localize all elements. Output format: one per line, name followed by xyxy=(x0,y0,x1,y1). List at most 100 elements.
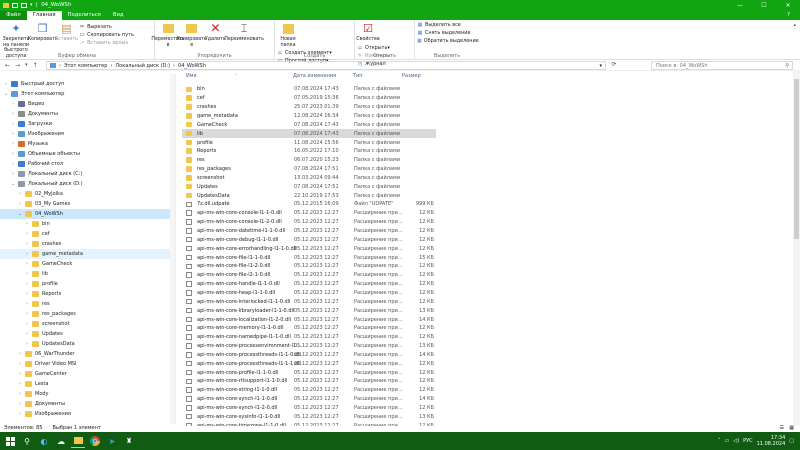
nav-item[interactable]: › Объемные объекты xyxy=(0,149,175,159)
file-row[interactable]: Updates 07.08.2024 17:51 Папка с файлами xyxy=(182,182,436,191)
expand-chevron-icon[interactable]: ⌄ xyxy=(17,211,23,217)
nav-scrollbar[interactable] xyxy=(170,74,175,424)
file-row[interactable]: 7z.dll.udpate 05.12.2015 16:09 Файл "UDPAT… xyxy=(182,200,436,209)
cut-button[interactable]: ✂ Вырезать xyxy=(79,23,134,31)
expand-chevron-icon[interactable]: › xyxy=(10,171,16,177)
nav-item[interactable]: › Видео xyxy=(0,99,175,109)
column-type[interactable]: Тип xyxy=(353,73,363,79)
nav-item[interactable]: › 06_WarThunder xyxy=(0,349,175,359)
up-arrow-icon[interactable]: ↑ xyxy=(33,62,38,69)
nav-item[interactable]: ⌄ 04_WoWSh xyxy=(0,209,175,219)
nav-item[interactable]: › game_metadata xyxy=(0,249,175,259)
rename-button[interactable]: ⌶ Переименовать xyxy=(224,22,264,43)
expand-chevron-icon[interactable]: › xyxy=(17,191,23,197)
expand-chevron-icon[interactable]: › xyxy=(24,251,30,257)
expand-chevron-icon[interactable]: › xyxy=(10,131,16,137)
nav-item[interactable]: ⌄ Локальный диск (D:) xyxy=(0,179,175,189)
search-input[interactable]: Поиск в: 04_WoWSh ⚲ xyxy=(651,61,793,70)
file-row[interactable]: api-ms-win-core-heap-l1-1-0.dll 05.12.202… xyxy=(182,289,436,298)
tray-chevron-icon[interactable]: ˄ xyxy=(718,438,721,444)
notifications-icon[interactable]: ▢ xyxy=(789,438,794,444)
nav-item[interactable]: › Локальный диск (C:) xyxy=(0,169,175,179)
nav-item[interactable]: › 02_MyJolka xyxy=(0,189,175,199)
new-folder-icon[interactable] xyxy=(21,2,27,8)
expand-chevron-icon[interactable]: ⌄ xyxy=(3,91,9,97)
expand-chevron-icon[interactable]: › xyxy=(24,311,30,317)
expand-chevron-icon[interactable]: › xyxy=(24,281,30,287)
paste-shortcut-button[interactable]: ↗ Вставить ярлык xyxy=(79,39,134,47)
file-row[interactable]: api-ms-win-core-datetime-l1-1-0.dll 05.12… xyxy=(182,227,436,236)
nav-item[interactable]: › res xyxy=(0,299,175,309)
help-icon[interactable]: ? xyxy=(781,11,796,20)
expand-chevron-icon[interactable]: › xyxy=(24,241,30,247)
expand-chevron-icon[interactable]: › xyxy=(24,231,30,237)
expand-chevron-icon[interactable]: › xyxy=(17,351,23,357)
search-icon[interactable]: ⚲ xyxy=(20,434,34,448)
file-row[interactable]: api-ms-win-core-rtlsupport-l1-1-0.dll 05.… xyxy=(182,377,436,386)
file-row[interactable]: Reports 16.05.2022 17:10 Папка с файлами xyxy=(182,147,436,156)
copy-path-button[interactable]: ▭ Скопировать путь xyxy=(79,31,134,39)
start-windows-icon[interactable] xyxy=(3,434,17,448)
nav-item[interactable]: › cef xyxy=(0,229,175,239)
recent-chevron-icon[interactable]: ▾ xyxy=(25,62,28,69)
nav-item[interactable]: ⌄ Этот компьютер xyxy=(0,89,175,99)
back-arrow-icon[interactable]: ← xyxy=(5,62,10,69)
file-row[interactable]: api-ms-win-core-errorhandling-l1-1-0.dll… xyxy=(182,244,436,253)
new-folder-button[interactable]: Новая папка xyxy=(277,22,299,48)
expand-chevron-icon[interactable]: › xyxy=(10,111,16,117)
file-row[interactable]: api-ms-win-core-processthreads-l1-1-0.dl… xyxy=(182,351,436,360)
tiles-view-icon[interactable]: ▦ xyxy=(789,425,794,431)
file-row[interactable]: bin 07.08.2024 17:43 Папка с файлами xyxy=(182,85,436,94)
column-name[interactable]: Имя xyxy=(186,73,197,79)
expand-chevron-icon[interactable]: › xyxy=(17,361,23,367)
nav-item[interactable]: › Рабочий стол xyxy=(0,159,175,169)
invert-selection-button[interactable]: ▦ Обратить выделение xyxy=(417,37,479,45)
expand-chevron-icon[interactable]: › xyxy=(10,151,16,157)
select-all-button[interactable]: ▦ Выделить все xyxy=(417,21,477,29)
delete-button[interactable]: ✕ Удалить xyxy=(204,22,226,43)
expand-chevron-icon[interactable]: ⌄ xyxy=(10,181,16,187)
expand-chevron-icon[interactable]: › xyxy=(24,301,30,307)
nav-item[interactable]: › profile xyxy=(0,279,175,289)
nav-item[interactable]: › GameCenter xyxy=(0,369,175,379)
tab-home[interactable]: Главная xyxy=(26,11,62,20)
tab-view[interactable]: Вид xyxy=(107,11,130,20)
details-view-icon[interactable]: ☰ xyxy=(780,425,784,431)
expand-chevron-icon[interactable]: › xyxy=(17,381,23,387)
properties-icon[interactable] xyxy=(12,2,18,8)
column-size[interactable]: Размер xyxy=(402,73,421,79)
expand-chevron-icon[interactable]: › xyxy=(17,201,23,207)
file-row[interactable]: api-ms-win-core-processenvironment-l1...… xyxy=(182,342,436,351)
paste-button[interactable]: ▤ Вставить xyxy=(55,22,78,43)
chrome-icon[interactable] xyxy=(88,434,102,448)
properties-button[interactable]: ☑ Свойства xyxy=(356,22,379,43)
file-row[interactable]: api-ms-win-core-processthreads-l1-1-1.dl… xyxy=(182,359,436,368)
scrollbar-thumb[interactable] xyxy=(794,79,799,239)
expand-chevron-icon[interactable]: › xyxy=(24,331,30,337)
file-list-scrollbar[interactable] xyxy=(793,71,800,426)
file-row[interactable]: GameCheck 07.08.2024 17:43 Папка с файлами xyxy=(182,120,436,129)
tab-file[interactable]: Файл xyxy=(0,11,27,20)
nav-item[interactable]: › Изображения xyxy=(0,129,175,139)
file-row[interactable]: api-ms-win-core-console-l1-2-0.dll 05.12.… xyxy=(182,218,436,227)
expand-chevron-icon[interactable]: › xyxy=(24,221,30,227)
file-row[interactable]: api-ms-win-core-debug-l1-1-0.dll 05.12.20… xyxy=(182,235,436,244)
game-launcher-icon[interactable]: ♜ xyxy=(122,434,136,448)
expand-chevron-icon[interactable]: › xyxy=(10,101,16,107)
nav-item[interactable]: › Загрузки xyxy=(0,119,175,129)
nav-item[interactable]: › Mody xyxy=(0,389,175,399)
column-date[interactable]: Дата изменения xyxy=(293,73,336,79)
file-row[interactable]: api-ms-win-core-synch-l1-2-0.dll 05.12.20… xyxy=(182,404,436,413)
copy-to-button[interactable]: Копировать в xyxy=(177,22,207,48)
file-row[interactable]: UpdatesData 22.10.2019 17:53 Папка с файла… xyxy=(182,191,436,200)
file-row[interactable]: api-ms-win-core-console-l1-1-0.dll 05.12.… xyxy=(182,209,436,218)
file-row[interactable]: api-ms-win-core-file-l2-1-0.dll 05.12.202… xyxy=(182,271,436,280)
file-row[interactable]: crashes 25.07.2023 01:39 Папка с файлами xyxy=(182,103,436,112)
nav-item[interactable]: › Быстрый доступ xyxy=(0,79,175,89)
expand-chevron-icon[interactable]: › xyxy=(24,341,30,347)
file-row[interactable]: api-ms-win-core-memory-l1-1-0.dll 05.12.2… xyxy=(182,324,436,333)
nav-item[interactable]: › Документы xyxy=(0,399,175,409)
language-indicator[interactable]: РУС xyxy=(743,438,753,444)
file-row[interactable]: api-ms-win-core-localization-l1-2-0.dll 0… xyxy=(182,315,436,324)
move-to-button[interactable]: Переместить в xyxy=(151,22,185,48)
